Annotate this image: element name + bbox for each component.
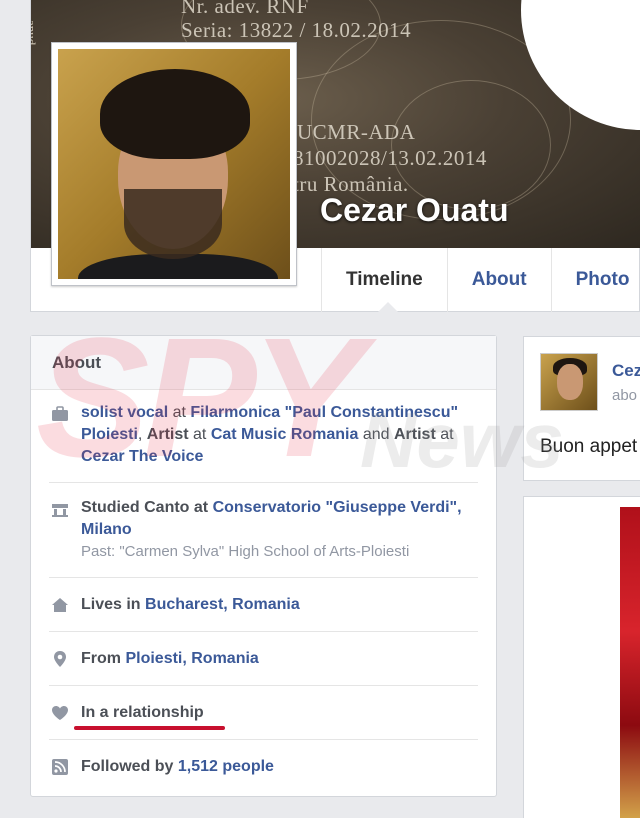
post-text: Buon appet	[540, 436, 638, 457]
cover-text: 81002028/13.02.2014	[293, 146, 487, 170]
relationship-status[interactable]: In a relationship	[81, 704, 204, 721]
cover-text: Seria: 13822 / 18.02.2014	[181, 18, 412, 42]
home-icon	[51, 596, 69, 614]
post-timestamp[interactable]: abo	[612, 387, 637, 404]
work-org-link[interactable]: Cat Music Romania	[211, 426, 359, 443]
briefcase-icon	[51, 405, 69, 423]
about-title[interactable]: About	[31, 336, 496, 390]
text: at	[188, 426, 211, 443]
followers-count-link[interactable]: 1,512 people	[178, 758, 274, 775]
text: at	[168, 404, 191, 421]
education-past: Past: "Carmen Sylva" High School of Arts…	[81, 543, 410, 560]
work-role[interactable]: solist vocal	[81, 404, 168, 421]
work-role: Artist	[394, 426, 436, 443]
graduation-icon	[51, 501, 69, 519]
cover-text-vertical: anud	[31, 20, 39, 46]
work-org-link[interactable]: Cezar The Voice	[81, 448, 203, 465]
post-author-link[interactable]: Cezar	[612, 361, 640, 381]
timeline-post: Cezar abo Buon appet	[523, 336, 640, 481]
profile-picture[interactable]	[51, 42, 297, 286]
rss-icon	[51, 758, 69, 776]
from-place-link[interactable]: Ploiesti, Romania	[125, 650, 258, 667]
avatar-hair	[100, 69, 250, 159]
followers-prefix: Followed by	[81, 758, 178, 775]
cover-text: UCMR-ADA	[297, 120, 416, 144]
lives-place-link[interactable]: Bucharest, Romania	[145, 596, 300, 613]
lives-prefix: Lives in	[81, 596, 146, 613]
tab-photos[interactable]: Photo	[550, 248, 640, 312]
text: ,	[137, 426, 147, 443]
highlight-underline	[74, 726, 225, 730]
pin-icon	[51, 650, 69, 668]
profile-picture-image	[58, 49, 290, 279]
avatar-beard	[124, 189, 222, 259]
post-avatar[interactable]	[540, 353, 598, 411]
avatar-face	[557, 364, 583, 400]
about-followers: Followed by 1,512 people	[49, 740, 478, 793]
post-photo[interactable]	[620, 507, 640, 818]
heart-icon	[51, 704, 69, 722]
about-lives: Lives in Bucharest, Romania	[49, 578, 478, 632]
profile-tabs: Timeline About Photo	[321, 248, 640, 312]
cover-swirl	[391, 80, 551, 210]
about-from: From Ploiesti, Romania	[49, 632, 478, 686]
text: and	[358, 426, 394, 443]
active-tab-caret	[378, 302, 398, 312]
cover-text: Nr. adev. RNF	[181, 0, 309, 18]
about-education: Studied Canto at Conservatorio "Giuseppe…	[49, 483, 478, 578]
from-prefix: From	[81, 650, 126, 667]
work-role: Artist	[146, 426, 189, 443]
timeline-photo-card	[523, 496, 640, 818]
education-prefix: Studied Canto at	[81, 499, 213, 516]
about-relationship: In a relationship	[49, 686, 478, 740]
about-work: solist vocal at Filarmonica "Paul Consta…	[49, 390, 478, 483]
tab-about[interactable]: About	[446, 248, 551, 312]
profile-name[interactable]: Cezar Ouatu	[320, 192, 508, 229]
text: at	[435, 426, 454, 443]
